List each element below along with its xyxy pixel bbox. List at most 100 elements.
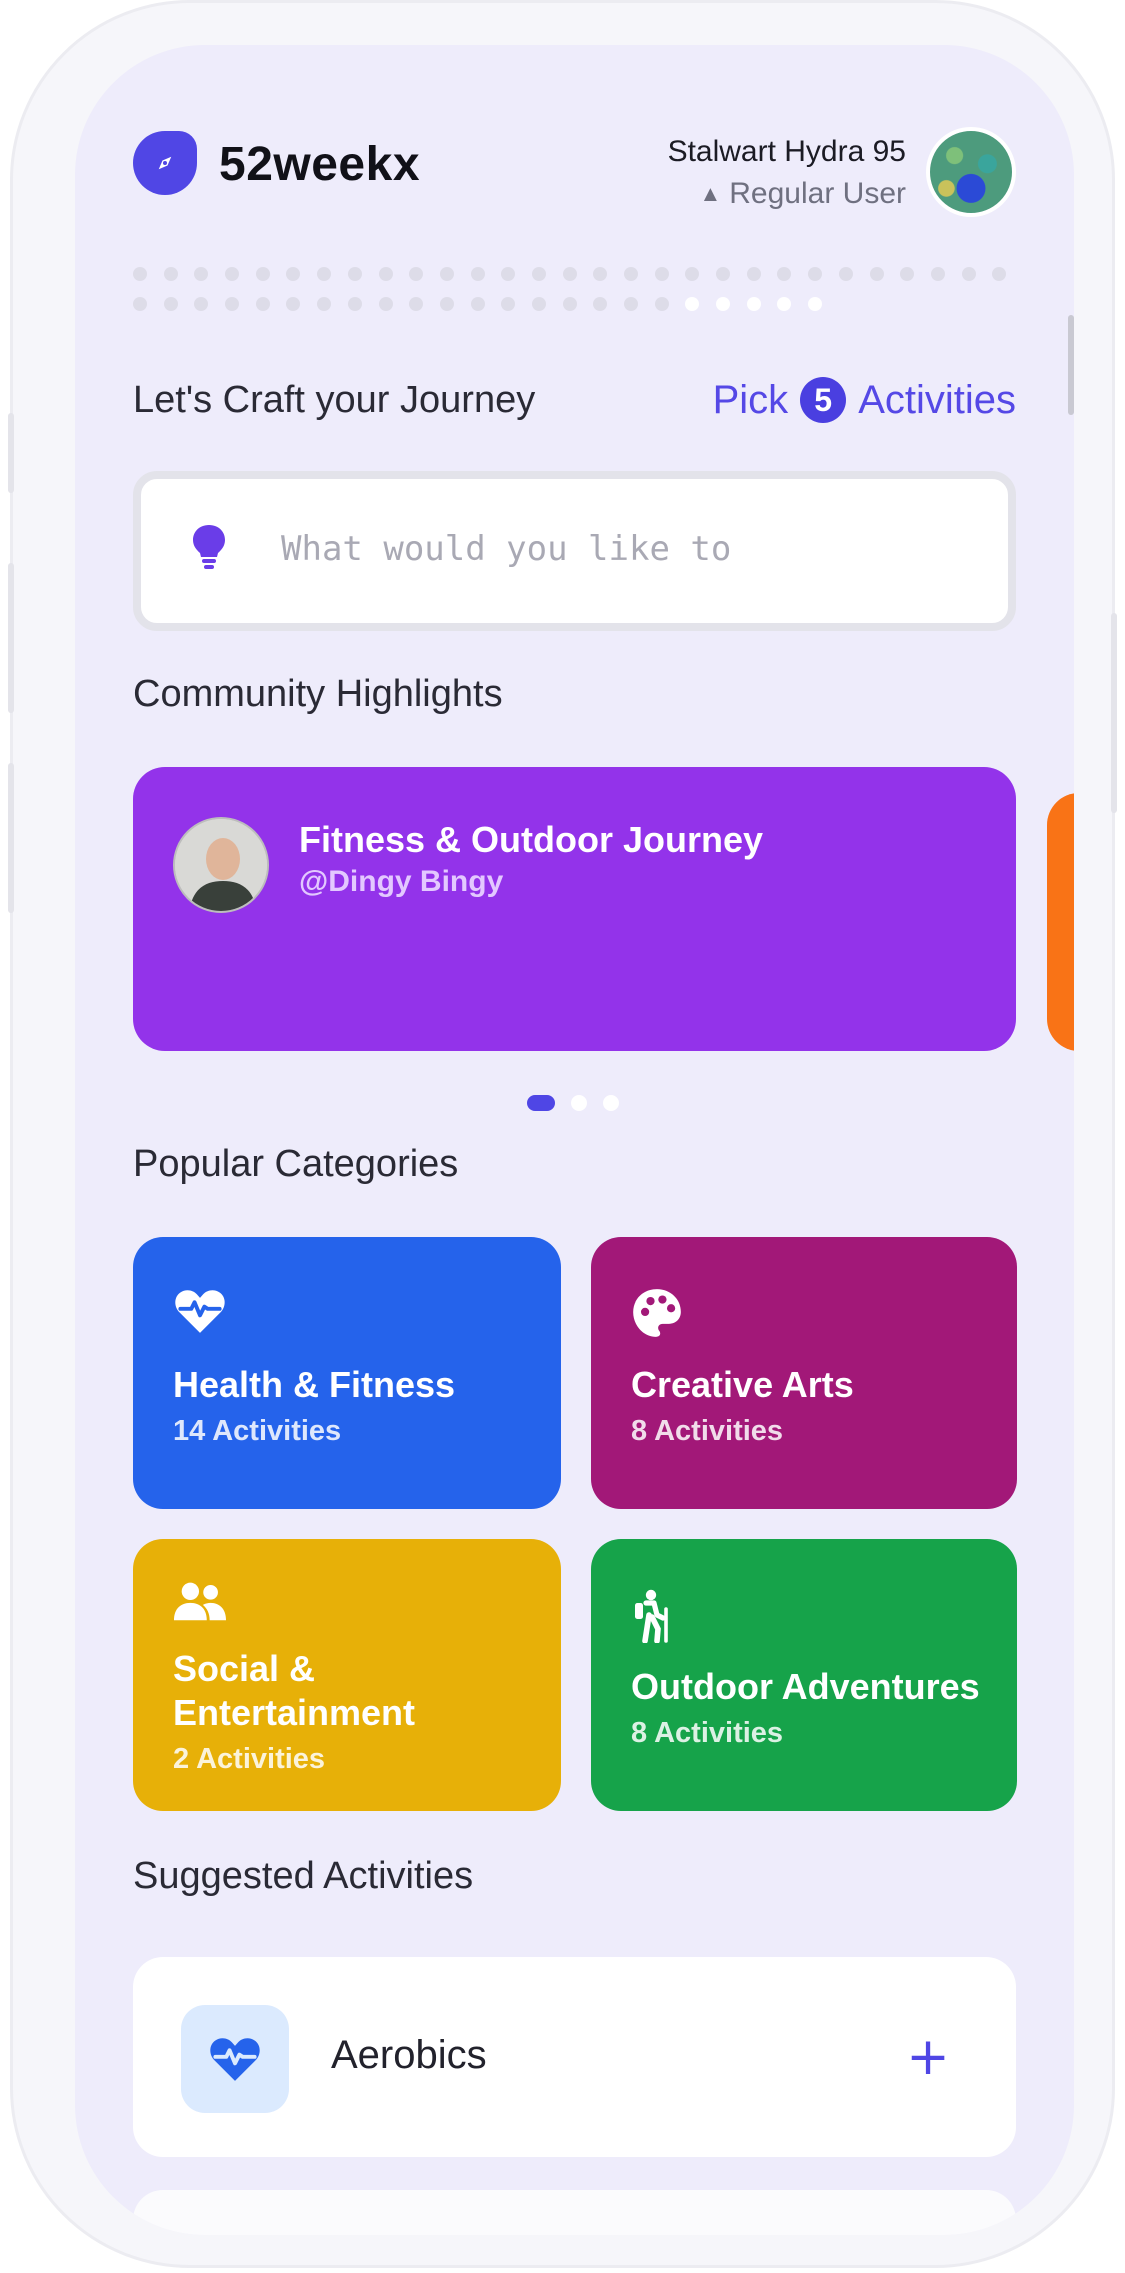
week-dot (347, 267, 362, 281)
week-dot (930, 267, 945, 281)
highlight-author-avatar (173, 817, 269, 913)
category-count: 2 Activities (173, 1743, 326, 1775)
week-dot (992, 267, 1007, 281)
suggested-title: Suggested Activities (133, 1855, 474, 1897)
category-card-outdoor-adventures[interactable]: Outdoor Adventures 8 Activities (591, 1539, 1017, 1811)
week-dot (133, 267, 147, 281)
week-dot (286, 297, 301, 311)
hiking-icon (631, 1589, 671, 1648)
week-dot (470, 297, 485, 311)
next-highlight-card[interactable] (1047, 793, 1074, 1051)
app-name: 52weekx (219, 138, 421, 191)
week-dot (624, 297, 638, 311)
categories-title: Popular Categories (133, 1143, 459, 1185)
week-dot (716, 297, 731, 311)
category-card-health-fitness[interactable]: Health & Fitness 14 Activities (133, 1237, 561, 1509)
pick-activities-counter: Pick 5 Activities (713, 377, 1016, 423)
phone-frame: 52weekx Stalwart Hydra 95 ▲ Regular User … (8, 0, 1117, 2268)
suggested-activity-name: Aerobics (331, 2033, 487, 2077)
week-dot (133, 297, 147, 311)
category-name: Health & Fitness (173, 1364, 456, 1405)
week-dot (777, 297, 792, 311)
week-dot (808, 297, 823, 311)
compass-logo-icon (133, 131, 197, 195)
highlights-title: Community Highlights (133, 673, 503, 715)
scrollbar[interactable] (1068, 315, 1074, 415)
week-dot (163, 267, 178, 281)
week-dot (317, 297, 332, 311)
week-dot (470, 267, 485, 281)
category-name: Creative Arts (631, 1364, 854, 1405)
category-name: Social & Entertainment (173, 1648, 416, 1733)
week-dot (531, 267, 546, 281)
week-dot (961, 267, 976, 281)
week-dot (900, 267, 915, 281)
pick-prefix: Pick (712, 377, 789, 422)
week-dot (317, 267, 332, 281)
week-dot (194, 297, 209, 311)
user-role-label: Regular User (729, 177, 906, 210)
week-dot (255, 297, 270, 311)
category-card-creative-arts[interactable]: Creative Arts 8 Activities (591, 1237, 1017, 1509)
week-dot (255, 267, 270, 281)
week-dot (409, 267, 424, 281)
user-name: Stalwart Hydra 95 (667, 135, 906, 168)
carousel-dot[interactable] (603, 1095, 619, 1111)
week-dot (777, 267, 792, 281)
week-dot (654, 267, 669, 281)
user-avatar[interactable] (926, 127, 1016, 217)
side-button (8, 563, 14, 713)
week-dot (163, 297, 178, 311)
app-screen: 52weekx Stalwart Hydra 95 ▲ Regular User … (75, 45, 1074, 2235)
week-dot (531, 297, 546, 311)
header: 52weekx Stalwart Hydra 95 ▲ Regular User (133, 127, 1016, 217)
side-button (8, 763, 14, 913)
week-dot (439, 267, 454, 281)
week-dot (624, 267, 638, 281)
user-role-icon: ▲ (699, 181, 722, 206)
carousel-pagination (527, 1095, 619, 1111)
week-dot (225, 297, 240, 311)
week-dot (286, 267, 301, 281)
week-dot (439, 297, 454, 311)
week-dot (869, 267, 884, 281)
week-dot (654, 297, 669, 311)
heart-pulse-icon (173, 1287, 227, 1340)
journey-title: Let's Craft your Journey (133, 379, 536, 421)
users-icon (173, 1579, 227, 1628)
week-dot (838, 267, 853, 281)
week-dot (685, 297, 700, 311)
week-dot (225, 267, 240, 281)
week-dot (501, 267, 516, 281)
week-dot (746, 297, 761, 311)
week-dot (562, 297, 577, 311)
lightbulb-icon (189, 523, 229, 576)
week-dot (378, 297, 393, 311)
palette-icon (631, 1287, 683, 1344)
heart-pulse-icon (181, 2005, 289, 2113)
suggested-activity-card[interactable] (133, 2190, 1016, 2235)
add-activity-button[interactable]: + (892, 2021, 964, 2093)
week-dot (562, 267, 577, 281)
carousel-dot[interactable] (527, 1095, 555, 1111)
side-button (8, 413, 14, 493)
week-dot (746, 267, 761, 281)
week-dot (347, 297, 362, 311)
category-count: 8 Activities (631, 1415, 784, 1447)
week-dot (593, 267, 608, 281)
carousel-dot[interactable] (571, 1095, 587, 1111)
category-count: 14 Activities (173, 1415, 342, 1447)
highlight-card[interactable]: Fitness & Outdoor Journey @Dingy Bingy (133, 767, 1016, 1051)
pick-suffix: Activities (858, 377, 1016, 422)
week-dot (808, 267, 823, 281)
week-dot (409, 297, 424, 311)
suggested-activity-card[interactable]: Aerobics + (133, 1957, 1016, 2157)
week-dot (716, 267, 731, 281)
week-dot (378, 267, 393, 281)
journey-search-box (133, 471, 1016, 631)
category-card-social-entertainment[interactable]: Social & Entertainment 2 Activities (133, 1539, 561, 1811)
power-button (1111, 613, 1117, 813)
category-name: Outdoor Adventures (631, 1666, 980, 1707)
journey-search-input[interactable] (281, 519, 961, 579)
pick-count-badge: 5 (800, 377, 847, 423)
